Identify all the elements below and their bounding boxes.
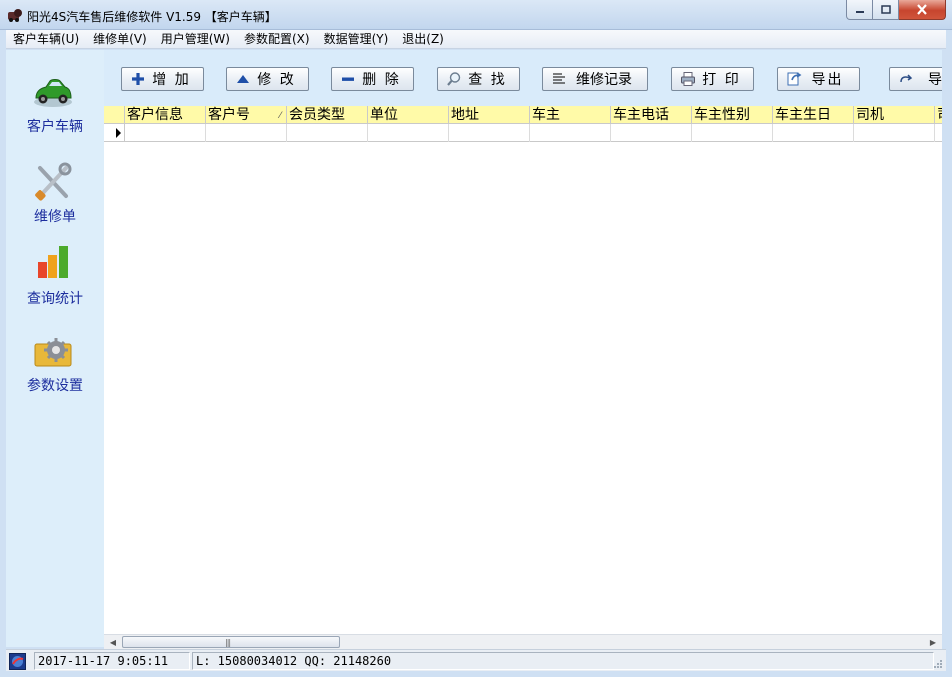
left-nav: 客户车辆 维修单 查询统计 参数设置 [6,50,104,647]
app-logo-icon [8,9,22,22]
status-datetime: 2017-11-17 9:05:11 [34,652,190,670]
plus-icon [132,73,144,85]
menu-exit[interactable]: 退出(Z) [395,30,451,49]
col-truncated[interactable]: 司 [935,106,942,124]
maximize-button[interactable] [873,0,899,20]
minus-icon [342,77,354,81]
table-cell[interactable] [854,124,935,142]
table-cell[interactable] [206,124,287,142]
row-indicator [104,124,125,142]
col-driver[interactable]: 司机 [854,106,935,124]
table-cell[interactable] [287,124,368,142]
print-button[interactable]: 打 印 [671,67,754,91]
nav-label-query-stats: 查询统计 [27,291,83,307]
find-button-label: 查 找 [468,72,507,88]
nav-label-repair-order: 维修单 [34,209,76,225]
col-owner-gender[interactable]: 车主性别 [692,106,773,124]
window-controls [846,0,946,20]
col-customer-no-label: 客户号 [208,107,250,123]
nav-label-parameter-settings: 参数设置 [27,378,83,394]
current-row-arrow-icon [116,128,121,138]
export-button-label: 导出 [811,72,844,88]
status-contact: L: 15080034012 QQ: 21148260 [192,652,934,670]
nav-item-customer-vehicle[interactable]: 客户车辆 [6,68,104,138]
repair-records-button-label: 维修记录 [576,72,632,88]
list-icon [553,73,565,84]
tools-icon [35,162,72,201]
status-bar: 2017-11-17 9:05:11 L: 15080034012 QQ: 21… [6,649,946,671]
bar-chart-icon [38,246,68,278]
table-cell[interactable] [368,124,449,142]
col-owner-birthday[interactable]: 车主生日 [773,106,854,124]
sort-indicator-icon: ⁄ [279,111,281,121]
import-button[interactable]: 导 [889,67,942,91]
repair-records-button[interactable]: 维修记录 [542,67,648,91]
edit-button-label: 修 改 [257,72,296,88]
table-row[interactable] [104,124,942,142]
minimize-button[interactable] [846,0,873,20]
table-cell[interactable] [449,124,530,142]
export-button[interactable]: 导出 [777,67,860,91]
customer-vehicle-grid: 客户信息 客户号 ⁄ 会员类型 单位 地址 车主 车主电话 车主性别 车主生日 司… [104,106,942,634]
menu-repair-order[interactable]: 维修单(V) [86,30,154,49]
scrollbar-thumb[interactable]: ||| [122,636,340,648]
car-icon [34,79,72,107]
delete-button-label: 删 除 [362,72,401,88]
grid-header: 客户信息 客户号 ⁄ 会员类型 单位 地址 车主 车主电话 车主性别 车主生日 司… [104,106,942,124]
table-cell[interactable] [692,124,773,142]
menu-data-management[interactable]: 数据管理(Y) [317,30,396,49]
add-button[interactable]: 增 加 [121,67,204,91]
delete-button[interactable]: 删 除 [331,67,414,91]
col-customer-info[interactable]: 客户信息 [125,106,206,124]
printer-icon [681,72,695,86]
triangle-up-icon [237,75,249,83]
window-title: 阳光4S汽车售后维修软件 V1.59 【客户车辆】 [27,10,277,24]
find-button[interactable]: 查 找 [437,67,520,91]
title-bar: 阳光4S汽车售后维修软件 V1.59 【客户车辆】 [0,0,952,30]
nav-label-customer-vehicle: 客户车辆 [27,119,83,135]
print-button-label: 打 印 [702,72,741,88]
menu-bar: 客户车辆(U) 维修单(V) 用户管理(W) 参数配置(X) 数据管理(Y) 退… [6,30,946,49]
import-button-label: 导 [928,72,942,88]
table-cell[interactable] [125,124,206,142]
nav-item-query-stats[interactable]: 查询统计 [6,240,104,310]
horizontal-scrollbar[interactable]: ◀ ||| ▶ [104,634,942,649]
grip-icon: ||| [225,638,231,647]
settings-gear-icon [34,338,72,367]
col-customer-no[interactable]: 客户号 ⁄ [206,106,287,124]
nav-item-parameter-settings[interactable]: 参数设置 [6,330,104,400]
minimize-icon [855,10,864,13]
menu-parameter-config[interactable]: 参数配置(X) [237,30,317,49]
close-icon [917,4,927,15]
toolbar: 增 加 修 改 删 除 查 找 维修记录 打 印 导出 导 [104,50,942,106]
add-button-label: 增 加 [152,72,191,88]
nav-item-repair-order[interactable]: 维修单 [6,160,104,230]
col-owner[interactable]: 车主 [530,106,611,124]
status-globe-icon [9,653,26,670]
table-cell[interactable] [935,124,942,142]
magnifier-icon [447,72,461,86]
close-button[interactable] [899,0,946,20]
col-owner-phone[interactable]: 车主电话 [611,106,692,124]
window-frame-right [942,50,946,649]
table-cell[interactable] [773,124,854,142]
col-company[interactable]: 单位 [368,106,449,124]
col-member-type[interactable]: 会员类型 [287,106,368,124]
maximize-icon [880,4,891,14]
header-indicator-cell [104,106,125,124]
table-cell[interactable] [530,124,611,142]
edit-button[interactable]: 修 改 [226,67,309,91]
scroll-right-icon[interactable]: ▶ [926,637,940,648]
redo-arrow-icon [900,74,913,83]
menu-customer-vehicle[interactable]: 客户车辆(U) [6,30,86,49]
resize-grip-icon[interactable] [933,659,943,669]
export-icon [787,72,802,86]
col-address[interactable]: 地址 [449,106,530,124]
menu-user-management[interactable]: 用户管理(W) [154,30,237,49]
table-cell[interactable] [611,124,692,142]
scroll-left-icon[interactable]: ◀ [106,637,120,648]
